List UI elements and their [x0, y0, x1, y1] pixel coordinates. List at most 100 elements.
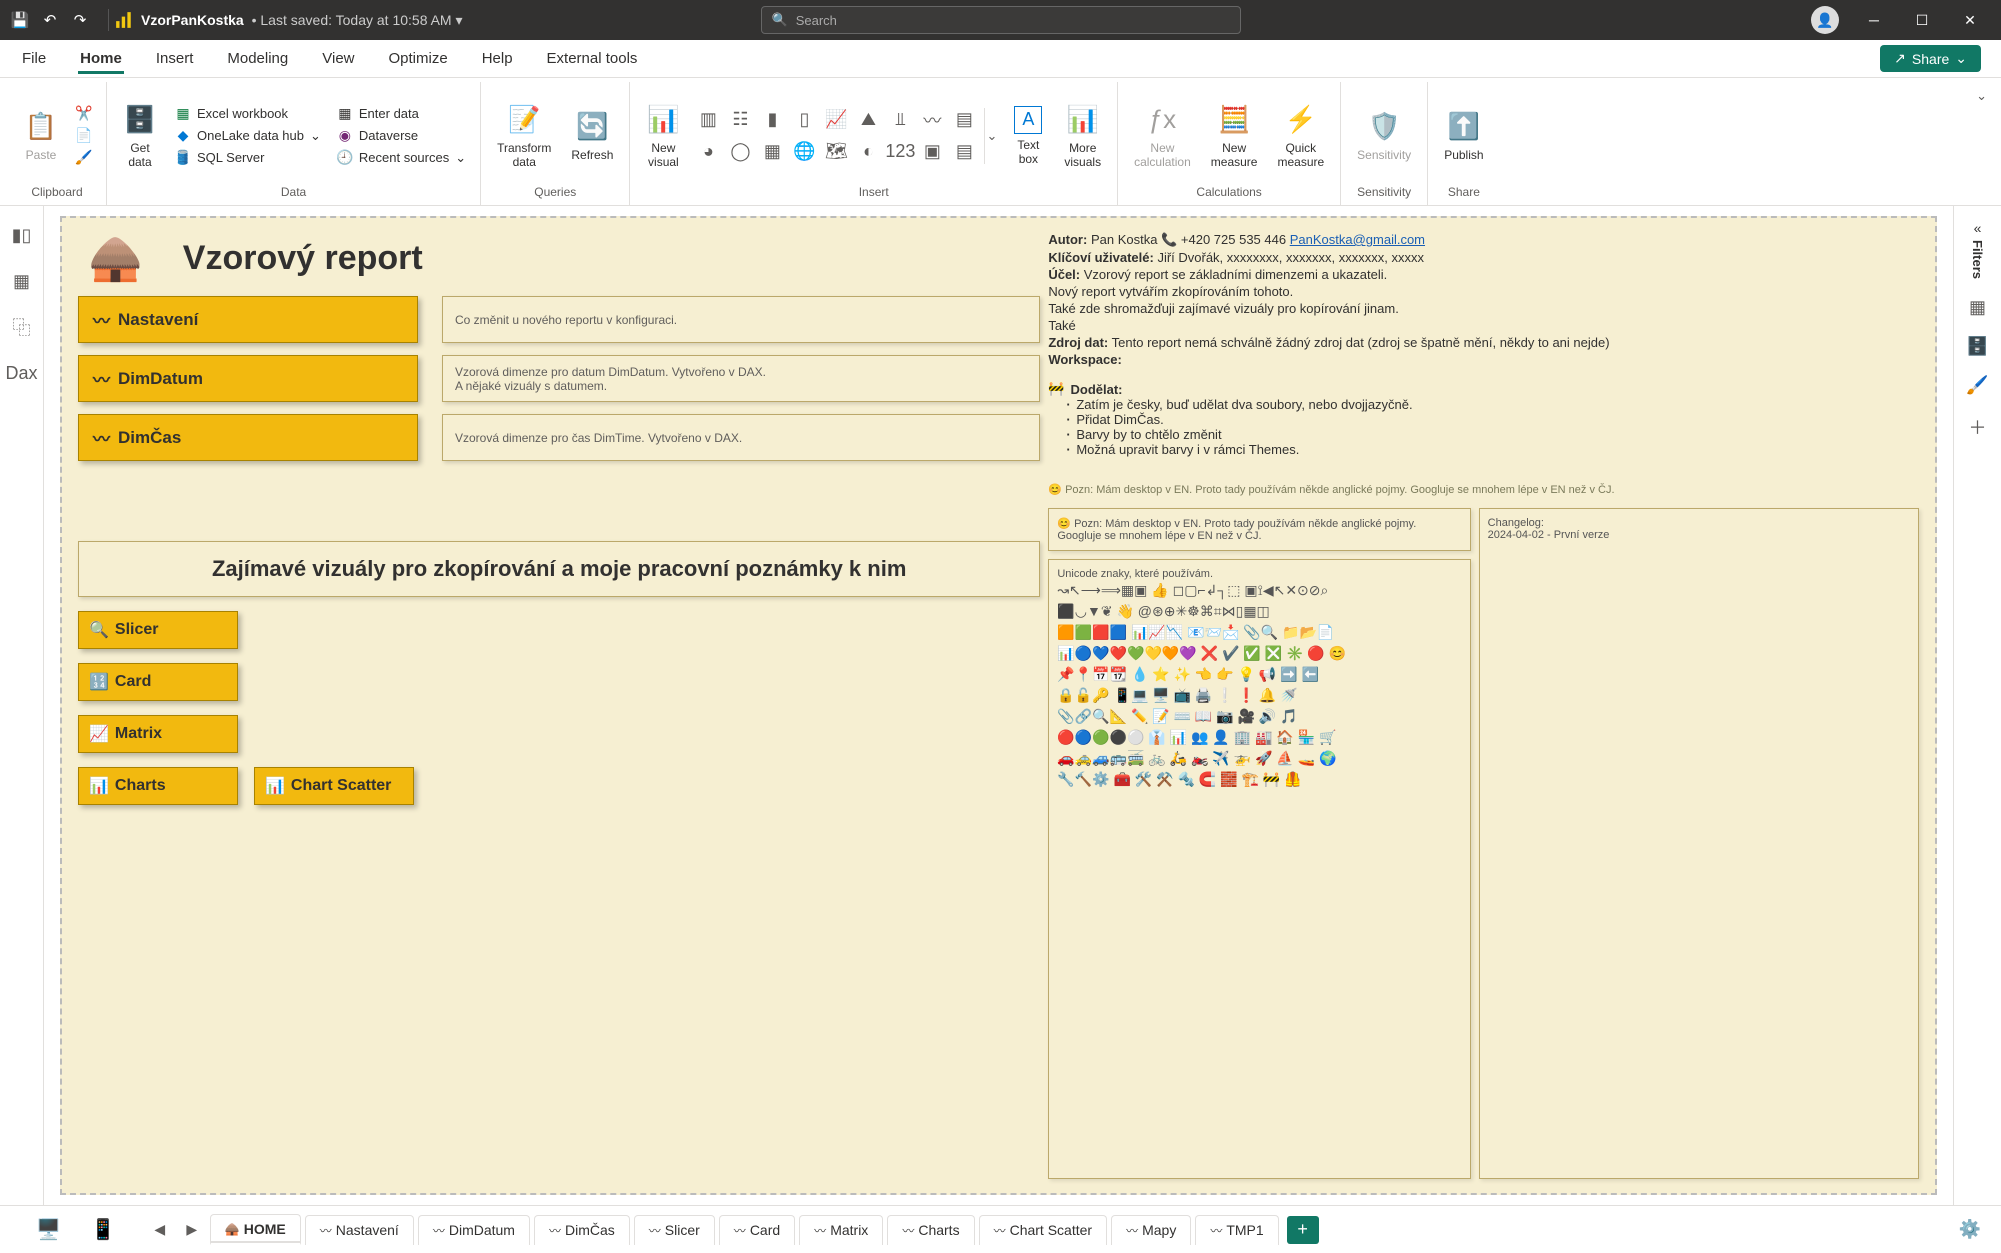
pie-chart-icon[interactable]: ◕ — [694, 138, 722, 166]
visual-gallery-more[interactable]: ⌄ — [984, 108, 998, 164]
clustered-column-icon[interactable]: ▯ — [790, 106, 818, 134]
refresh-button[interactable]: 🔄Refresh — [565, 108, 619, 164]
transform-data-button[interactable]: 📝Transform data — [491, 101, 557, 171]
canvas-area[interactable]: 🛖 Vzorový report 〰Nastavení Co změnit u … — [44, 206, 1953, 1205]
tab-modeling[interactable]: Modeling — [225, 44, 290, 73]
card-icon[interactable]: 123 — [886, 138, 914, 166]
email-link[interactable]: PanKostka@gmail.com — [1290, 232, 1425, 247]
format-pane-icon[interactable]: 🖌️ — [1966, 375, 1988, 396]
new-calculation-button[interactable]: ƒxNew calculation — [1128, 101, 1197, 171]
nav-dimcas[interactable]: 〰DimČas — [78, 414, 418, 461]
scroll-left-button[interactable]: ◀ — [146, 1221, 174, 1238]
btn-slicer[interactable]: 🔍Slicer — [78, 611, 238, 649]
page-tab-dimdatum[interactable]: 〰DimDatum — [418, 1215, 530, 1245]
page-tab-matrix[interactable]: 〰Matrix — [799, 1215, 883, 1245]
page-tab-dimcas[interactable]: 〰DimČas — [534, 1215, 630, 1245]
scroll-right-button[interactable]: ▶ — [178, 1221, 206, 1238]
stacked-bar-icon[interactable]: ▥ — [694, 106, 722, 134]
nav-nastaveni[interactable]: 〰Nastavení — [78, 296, 418, 343]
btn-card[interactable]: 🔢Card — [78, 663, 238, 701]
tab-file[interactable]: File — [20, 44, 48, 73]
combo-chart-icon[interactable]: ⫫ — [886, 106, 914, 134]
ribbon-chart-icon[interactable]: 〰 — [918, 106, 946, 134]
minimize-button[interactable]: ─ — [1851, 0, 1897, 40]
visual-gallery[interactable]: ▥☷▮▯📈⛰⫫〰▤ ◕◯▦🌐🗺◐123▣▤ — [694, 106, 978, 166]
wave-icon: 〰 — [1210, 1222, 1222, 1239]
page-tab-slicer[interactable]: 〰Slicer — [634, 1215, 715, 1245]
ribbon-tabs: File Home Insert Modeling View Optimize … — [0, 40, 2001, 78]
stacked-column-icon[interactable]: ▮ — [758, 106, 786, 134]
document-title[interactable]: VzorPanKostka • Last saved: Today at 10:… — [141, 12, 463, 29]
collapse-ribbon-button[interactable]: ⌄ — [1970, 82, 1993, 205]
format-painter-button[interactable]: 🖌️ — [72, 149, 96, 167]
waterfall-icon[interactable]: ▤ — [950, 106, 978, 134]
copy-button[interactable]: 📄 — [72, 127, 96, 145]
avatar[interactable]: 👤 — [1811, 6, 1839, 34]
map-icon[interactable]: 🌐 — [790, 138, 818, 166]
page-tab-card[interactable]: 〰Card — [719, 1215, 795, 1245]
onelake-button[interactable]: ◆OneLake data hub ⌄ — [171, 127, 325, 145]
new-visual-button[interactable]: 📊New visual — [640, 101, 686, 171]
filled-map-icon[interactable]: 🗺 — [822, 138, 850, 166]
search-input[interactable]: 🔍 Search — [761, 6, 1241, 34]
new-measure-button[interactable]: 🧮New measure — [1205, 101, 1264, 171]
add-page-button[interactable]: + — [1287, 1216, 1319, 1244]
maximize-button[interactable]: ☐ — [1899, 0, 1945, 40]
recent-sources-button[interactable]: 🕘Recent sources ⌄ — [333, 149, 470, 167]
clustered-bar-icon[interactable]: ☷ — [726, 106, 754, 134]
btn-chart-scatter[interactable]: 📊Chart Scatter — [254, 767, 414, 805]
tab-help[interactable]: Help — [480, 44, 515, 73]
model-view-icon[interactable]: ⿻ — [9, 314, 35, 340]
tab-optimize[interactable]: Optimize — [387, 44, 450, 73]
page-tab-tmp1[interactable]: 〰TMP1 — [1195, 1215, 1278, 1245]
data-pane-icon[interactable]: 🗄️ — [1966, 336, 1988, 357]
tab-external-tools[interactable]: External tools — [545, 44, 640, 73]
page-tab-nastaveni[interactable]: 〰Nastavení — [305, 1215, 414, 1245]
page-tab-chart-scatter[interactable]: 〰Chart Scatter — [979, 1215, 1108, 1245]
dataverse-button[interactable]: ◉Dataverse — [333, 127, 470, 145]
paste-button[interactable]: 📋Paste — [18, 108, 64, 164]
dax-view-icon[interactable]: Dax — [9, 360, 35, 386]
table-view-icon[interactable]: ▦ — [9, 268, 35, 294]
mobile-layout-icon[interactable]: 📱 — [91, 1217, 116, 1242]
line-chart-icon[interactable]: 📈 — [822, 106, 850, 134]
close-button[interactable]: ✕ — [1947, 0, 1993, 40]
tab-insert[interactable]: Insert — [154, 44, 196, 73]
btn-matrix[interactable]: 📈Matrix — [78, 715, 238, 753]
add-pane-icon[interactable]: ＋ — [1969, 414, 1987, 440]
enter-data-button[interactable]: ▦Enter data — [333, 105, 470, 123]
kpi-icon[interactable]: ▣ — [918, 138, 946, 166]
btn-charts[interactable]: 📊Charts — [78, 767, 238, 805]
text-box-button[interactable]: AText box — [1006, 104, 1050, 168]
report-view-icon[interactable]: ▮▯ — [9, 222, 35, 248]
get-data-button[interactable]: 🗄️Get data — [117, 101, 163, 171]
sensitivity-button[interactable]: 🛡️Sensitivity — [1351, 108, 1417, 164]
filters-pane-toggle[interactable]: «Filters — [1970, 220, 1985, 279]
tab-home[interactable]: Home — [78, 44, 124, 73]
nav-dimdatum[interactable]: 〰DimDatum — [78, 355, 418, 402]
treemap-icon[interactable]: ▦ — [758, 138, 786, 166]
cut-button[interactable]: ✂️ — [72, 105, 96, 123]
undo-icon[interactable]: ↶ — [38, 8, 62, 32]
page-tab-charts[interactable]: 〰Charts — [887, 1215, 974, 1245]
sql-server-button[interactable]: 🛢️SQL Server — [171, 149, 325, 167]
quick-measure-button[interactable]: ⚡Quick measure — [1271, 101, 1330, 171]
group-label: Share — [1438, 185, 1489, 201]
share-button[interactable]: ↗ Share ⌄ — [1880, 45, 1981, 72]
tab-view[interactable]: View — [320, 44, 356, 73]
page-tab-mapy[interactable]: 〰Mapy — [1111, 1215, 1191, 1245]
visualizations-pane-icon[interactable]: ▦ — [1969, 297, 1986, 318]
gauge-icon[interactable]: ◐ — [854, 138, 882, 166]
page-settings-button[interactable]: ⚙️ — [1949, 1219, 1991, 1240]
report-canvas[interactable]: 🛖 Vzorový report 〰Nastavení Co změnit u … — [60, 216, 1937, 1195]
area-chart-icon[interactable]: ⛰ — [854, 106, 882, 134]
donut-chart-icon[interactable]: ◯ — [726, 138, 754, 166]
slicer-icon[interactable]: ▤ — [950, 138, 978, 166]
save-icon[interactable]: 💾 — [8, 8, 32, 32]
page-tab-home[interactable]: 🛖HOME — [210, 1214, 301, 1245]
desktop-layout-icon[interactable]: 🖥️ — [36, 1217, 61, 1242]
redo-icon[interactable]: ↷ — [68, 8, 92, 32]
excel-workbook-button[interactable]: ▦Excel workbook — [171, 105, 325, 123]
publish-button[interactable]: ⬆️Publish — [1438, 108, 1489, 164]
more-visuals-button[interactable]: 📊More visuals — [1058, 101, 1107, 171]
